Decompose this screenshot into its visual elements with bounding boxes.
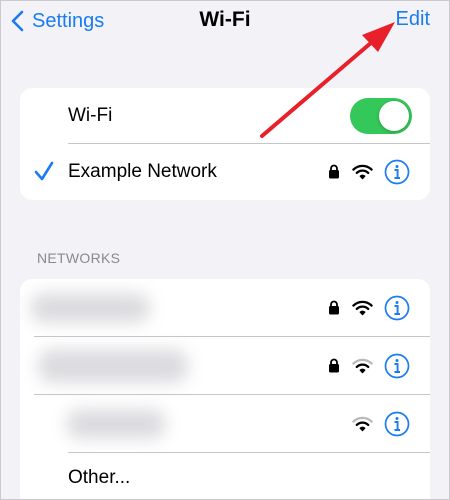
- navigation-bar: Settings Wi-Fi Edit: [0, 0, 450, 44]
- lock-icon: [329, 358, 339, 373]
- checkmark-icon: [34, 161, 54, 181]
- other-network-row[interactable]: Other...: [20, 453, 430, 499]
- info-icon[interactable]: [384, 411, 410, 437]
- list-item[interactable]: [20, 279, 430, 337]
- info-icon[interactable]: [384, 353, 410, 379]
- blurred-network-name: [30, 293, 150, 323]
- blurred-network-name: [38, 349, 188, 383]
- networks-list-card: Other...: [20, 279, 430, 499]
- wifi-icon: [352, 300, 373, 316]
- wifi-toggle-label: Wi-Fi: [68, 105, 113, 126]
- wifi-icon: [352, 358, 373, 374]
- wifi-icon: [352, 416, 373, 432]
- info-icon[interactable]: [384, 295, 410, 321]
- edit-button[interactable]: Edit: [396, 8, 430, 31]
- toggle-knob: [379, 101, 409, 131]
- other-network-label: Other...: [68, 467, 131, 488]
- wifi-toggle-switch[interactable]: [350, 98, 412, 134]
- lock-icon: [329, 164, 339, 179]
- wifi-settings-card: Wi-Fi Example Network: [20, 88, 430, 200]
- lock-icon: [329, 300, 339, 315]
- connected-network-row[interactable]: Example Network: [20, 144, 430, 200]
- networks-section-header: NETWORKS: [37, 250, 121, 266]
- info-icon[interactable]: [384, 159, 410, 185]
- connected-network-name: Example Network: [68, 161, 217, 182]
- list-item[interactable]: [20, 337, 430, 395]
- page-title: Wi-Fi: [199, 8, 251, 31]
- list-item[interactable]: [20, 395, 430, 453]
- blurred-network-name: [66, 409, 166, 439]
- wifi-toggle-row: Wi-Fi: [20, 88, 430, 144]
- wifi-icon: [352, 164, 373, 180]
